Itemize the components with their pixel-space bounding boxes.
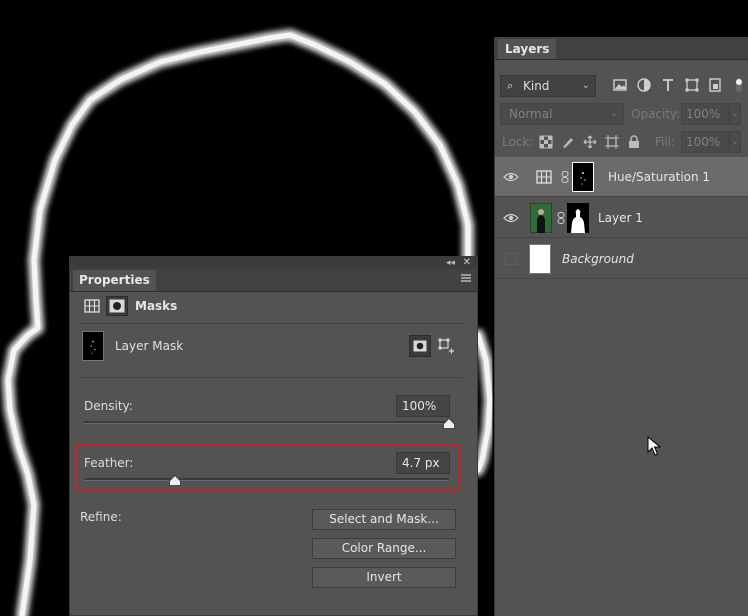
hue-saturation-adjustment-icon [536, 170, 552, 184]
opacity-dropdown-button[interactable]: ⌄ [729, 103, 741, 125]
lock-image-pixels-icon[interactable] [561, 135, 575, 149]
chevron-down-icon: ⌄ [609, 108, 618, 119]
fill-label: Fill: [655, 135, 676, 149]
link-chain-icon[interactable] [557, 212, 565, 224]
opacity-input[interactable]: 100% [681, 103, 729, 125]
select-pixel-mask-button[interactable] [409, 335, 431, 357]
masks-tab-button[interactable] [106, 296, 128, 316]
divider [78, 377, 463, 378]
layer-name: Hue/Saturation 1 [608, 170, 711, 184]
layer-name: Layer 1 [598, 211, 643, 225]
panel-menu-icon[interactable] [461, 274, 471, 282]
link-chain-icon[interactable] [561, 171, 569, 183]
visibility-eye-icon[interactable] [503, 212, 519, 224]
lock-position-icon[interactable] [583, 135, 597, 149]
close-icon[interactable]: ✕ [463, 257, 471, 269]
layer-row-background[interactable]: Background [495, 239, 748, 279]
density-input[interactable]: 100% [396, 395, 450, 417]
filter-toggle-icon[interactable] [731, 77, 747, 93]
properties-titlebar[interactable]: ◂◂ ✕ [70, 257, 477, 269]
feather-input[interactable]: 4.7 px [396, 452, 450, 474]
layer-thumbnail[interactable] [529, 244, 551, 274]
feather-slider-thumb[interactable] [169, 475, 182, 486]
blend-mode-value: Normal [509, 107, 553, 121]
collapse-double-chevron-icon[interactable]: ◂◂ [446, 257, 455, 269]
adjustment-properties-icon[interactable] [84, 298, 100, 314]
image-filter-icon[interactable] [612, 77, 628, 93]
density-label: Density: [84, 399, 133, 413]
smart-object-filter-icon[interactable] [707, 77, 723, 93]
adjustment-filter-icon[interactable] [636, 77, 652, 93]
add-vector-mask-button[interactable] [435, 335, 457, 357]
invert-button[interactable]: Invert [312, 567, 456, 588]
layer-name: Background [562, 252, 634, 266]
masks-header: Masks [70, 291, 477, 321]
visibility-toggle-empty[interactable] [505, 253, 517, 265]
lock-label: Lock: [502, 135, 534, 149]
layer-mask-thumbnail [82, 331, 104, 361]
vector-mask-icon [438, 338, 454, 354]
filter-kind-label: Kind [523, 79, 550, 93]
refine-label: Refine: [80, 510, 122, 524]
divider [78, 323, 463, 324]
fill-input[interactable]: 100% [681, 131, 729, 153]
mouse-cursor-icon [647, 436, 661, 456]
blend-row: Normal ⌄ Opacity: 100% ⌄ [495, 103, 748, 127]
lock-transparent-pixels-icon[interactable] [539, 135, 553, 149]
layer-row-hue-saturation[interactable]: Hue/Saturation 1 [495, 157, 748, 197]
layer-mask-label: Layer Mask [115, 339, 184, 353]
visibility-eye-icon[interactable] [503, 171, 519, 183]
filter-kind-select[interactable]: ⌕ Kind ⌄ [500, 75, 596, 97]
layers-panel: Layers ⌕ Kind ⌄ Normal ⌄ Opacity: 100% ⌄… [494, 37, 748, 616]
lock-row: Lock: Fill: 100% ⌄ [495, 131, 748, 155]
properties-tabbar: Properties [70, 269, 477, 292]
masks-section-title: Masks [135, 299, 178, 313]
chevron-down-icon: ⌄ [581, 80, 590, 91]
blend-mode-select[interactable]: Normal ⌄ [500, 103, 624, 125]
search-icon: ⌕ [507, 79, 514, 92]
properties-panel: ◂◂ ✕ Properties Masks Layer Mask Density… [69, 256, 478, 616]
lock-artboard-icon[interactable] [605, 135, 619, 149]
fill-dropdown-button[interactable]: ⌄ [729, 131, 741, 153]
feather-label: Feather: [84, 456, 134, 470]
opacity-label: Opacity: [631, 107, 681, 121]
lock-all-icon[interactable] [627, 135, 641, 149]
layer-mask-thumbnail[interactable] [572, 162, 594, 192]
layer-mask-thumbnail[interactable] [567, 203, 589, 233]
density-slider-track[interactable] [84, 421, 449, 424]
shape-filter-icon[interactable] [684, 77, 700, 93]
select-and-mask-button[interactable]: Select and Mask... [312, 509, 456, 530]
layer-row-layer-1[interactable]: Layer 1 [495, 198, 748, 238]
color-range-button[interactable]: Color Range... [312, 538, 456, 559]
feather-slider-track[interactable] [84, 478, 449, 481]
layers-tabbar: Layers [495, 37, 748, 60]
mask-icon [109, 299, 125, 313]
layer-thumbnail[interactable] [530, 203, 552, 233]
type-filter-icon[interactable] [660, 77, 676, 93]
layer-filter-row: ⌕ Kind ⌄ [495, 75, 748, 99]
tab-layers[interactable]: Layers [498, 39, 557, 59]
density-slider-thumb[interactable] [443, 418, 455, 429]
pixel-mask-icon [413, 340, 427, 352]
tab-properties[interactable]: Properties [73, 270, 156, 291]
